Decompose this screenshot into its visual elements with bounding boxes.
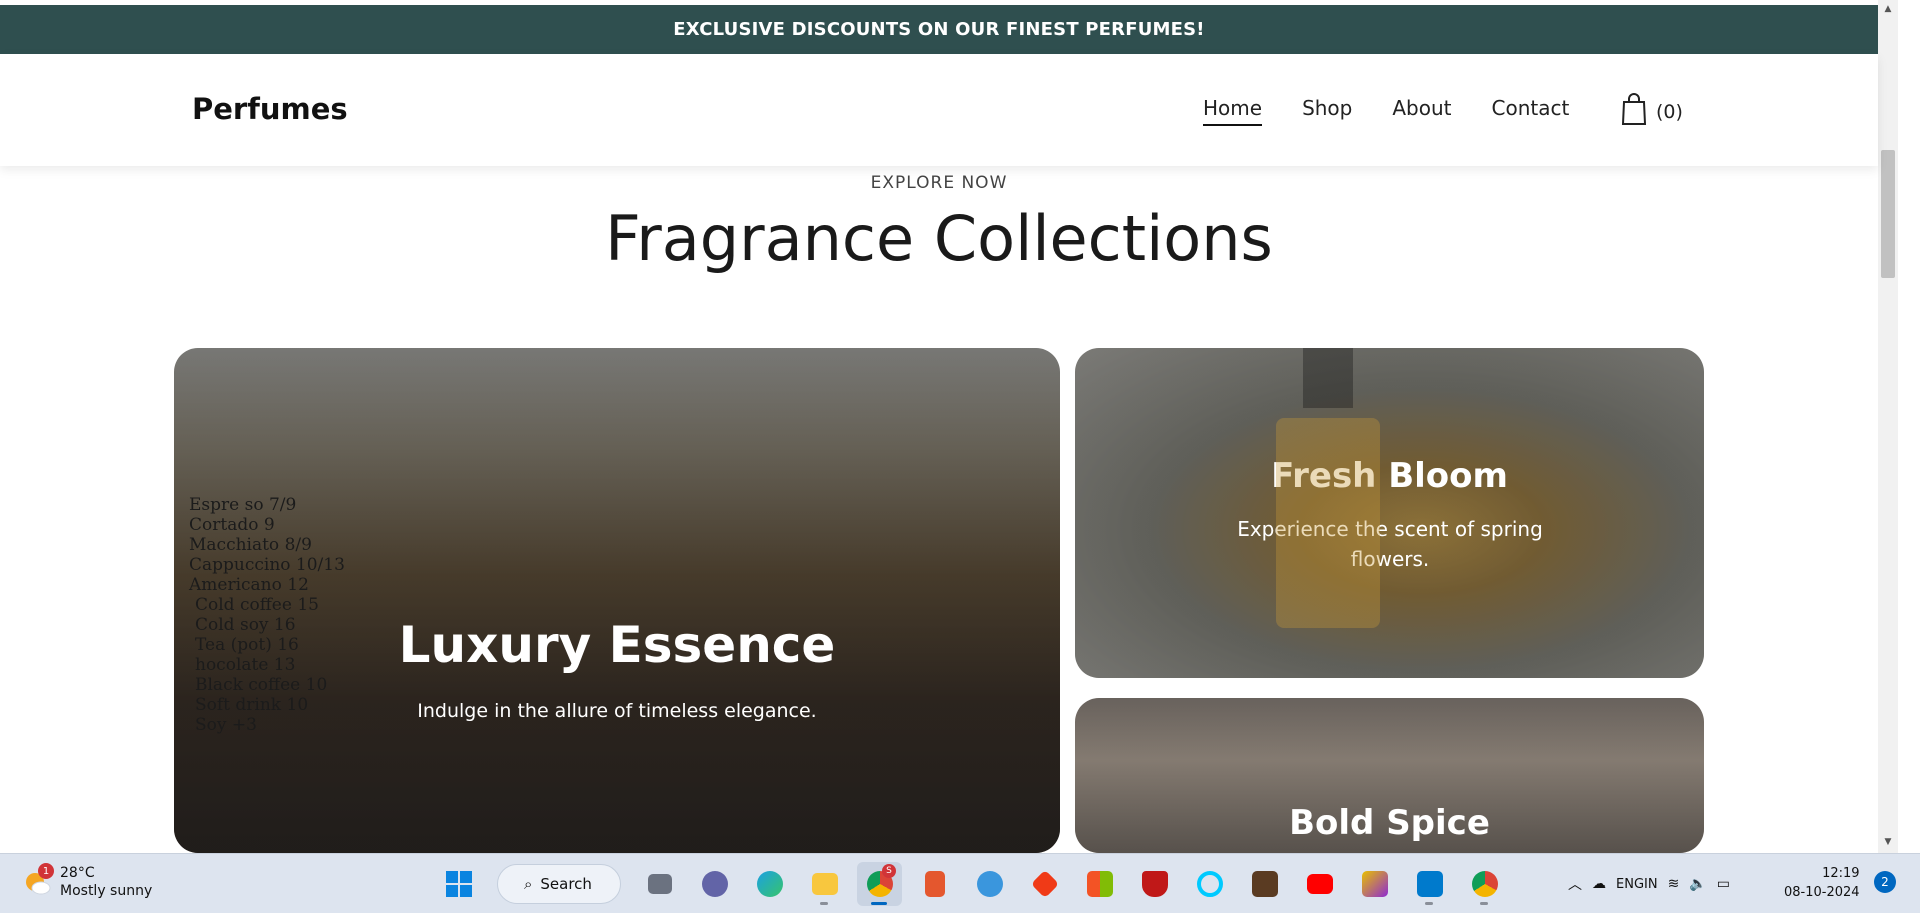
- weather-temperature: 28°C: [60, 865, 95, 881]
- battery-icon[interactable]: ▭: [1717, 876, 1730, 892]
- volume-icon[interactable]: 🔈: [1689, 876, 1706, 892]
- menu-board-line: Cortado 9: [189, 515, 275, 535]
- office-icon: [924, 871, 945, 897]
- window-edge: [1898, 0, 1920, 853]
- chrome-app[interactable]: [1462, 862, 1507, 906]
- main-nav: Home Shop About Contact: [1203, 96, 1569, 126]
- menu-board-line: Soft drink 10: [195, 695, 308, 715]
- app-icon: [1361, 871, 1388, 897]
- wifi-icon[interactable]: ≋: [1668, 876, 1680, 892]
- browser-page: EXCLUSIVE DISCOUNTS ON OUR FINEST PERFUM…: [0, 0, 1920, 853]
- shopping-bag-icon: [1620, 92, 1648, 131]
- section-eyebrow: EXPLORE NOW: [870, 173, 1008, 193]
- menu-board-text: Espre so 7/9Cortado 9Macchiato 8/9Cappuc…: [188, 495, 345, 735]
- app-winamp[interactable]: [1352, 862, 1397, 906]
- nav-link-about[interactable]: About: [1392, 96, 1451, 126]
- chrome-icon: [1471, 871, 1498, 897]
- perfume-bottle-illustration: [1276, 348, 1380, 628]
- start-button[interactable]: [436, 862, 481, 906]
- site-header: Perfumes Home Shop About Contact (0): [0, 54, 1878, 166]
- collection-card-bold-spice[interactable]: Bold Spice: [1075, 698, 1704, 853]
- site-logo[interactable]: Perfumes: [192, 92, 348, 126]
- language-indicator[interactable]: ENG IN: [1616, 876, 1658, 893]
- page-scrollbar[interactable]: ▲ ▼: [1878, 0, 1898, 853]
- nav-link-contact[interactable]: Contact: [1492, 96, 1570, 126]
- search-icon: ⌕: [524, 875, 533, 893]
- clock-date: 08-10-2024: [1784, 885, 1860, 900]
- edge-app[interactable]: [747, 862, 792, 906]
- teams-icon: [701, 871, 728, 897]
- menu-board-line: Tea (pot) 16: [195, 635, 299, 655]
- chevron-up-icon[interactable]: ︿: [1568, 874, 1582, 894]
- task-view-button[interactable]: [637, 862, 682, 906]
- help-app[interactable]: [967, 862, 1012, 906]
- cloud-sync-icon[interactable]: ☁: [1592, 876, 1606, 892]
- cart-button[interactable]: (0): [1620, 92, 1683, 131]
- menu-board-line: Black coffee 10: [195, 675, 327, 695]
- mcafee-app[interactable]: [1132, 862, 1177, 906]
- notification-badge[interactable]: 2: [1874, 871, 1896, 893]
- edge-icon: [756, 871, 783, 897]
- menu-board-line: hocolate 13: [195, 655, 295, 675]
- promo-text: EXCLUSIVE DISCOUNTS ON OUR FINEST PERFUM…: [673, 19, 1205, 40]
- language-code: ENG: [1616, 876, 1645, 892]
- task-view-icon: [647, 874, 672, 894]
- windows-taskbar: 1 28°C Mostly sunny ⌕ Search S ︿ ☁ ENG I…: [0, 853, 1920, 913]
- alexa-icon: [1196, 871, 1223, 897]
- game-app[interactable]: [1242, 862, 1287, 906]
- scroll-thumb[interactable]: [1881, 150, 1895, 278]
- clock-time: 12:19: [1822, 866, 1860, 881]
- card-title: Bold Spice: [1289, 803, 1490, 843]
- menu-board-line: Macchiato 8/9: [189, 535, 312, 555]
- sun-cloud-icon: 1: [22, 863, 54, 897]
- menu-board-line: Cold coffee 15: [195, 595, 319, 615]
- store-app[interactable]: [1077, 862, 1122, 906]
- menu-board-line: Soy +3: [195, 715, 257, 735]
- taskbar-search[interactable]: ⌕ Search: [497, 864, 621, 904]
- app-diamond[interactable]: [1022, 862, 1067, 906]
- menu-board-line: Cappuccino 10/13: [189, 555, 345, 575]
- clock[interactable]: 12:19 08-10-2024: [1784, 864, 1860, 902]
- menu-board-line: Espre so 7/9: [189, 495, 296, 515]
- chrome-profile-badge: S: [882, 864, 896, 878]
- promo-banner: EXCLUSIVE DISCOUNTS ON OUR FINEST PERFUM…: [0, 5, 1878, 54]
- vscode-app[interactable]: [1407, 862, 1452, 906]
- weather-widget[interactable]: 1 28°C Mostly sunny: [22, 863, 153, 900]
- section-heading: Fragrance Collections: [605, 202, 1273, 275]
- game-icon: [1251, 871, 1278, 897]
- vscode-icon: [1416, 871, 1443, 897]
- menu-board-line: Americano 12: [188, 575, 309, 595]
- teams-app[interactable]: [692, 862, 737, 906]
- nav-link-shop[interactable]: Shop: [1302, 96, 1352, 126]
- weather-description: Mostly sunny: [60, 883, 153, 899]
- search-label: Search: [540, 875, 592, 893]
- store-icon: [1086, 871, 1113, 897]
- youtube-icon: [1306, 874, 1333, 894]
- office-app[interactable]: [912, 862, 957, 906]
- diamond-icon: [1030, 869, 1059, 899]
- chrome-app-active[interactable]: S: [857, 862, 902, 906]
- shield-icon: [1141, 871, 1168, 897]
- scroll-down-arrow-icon[interactable]: ▼: [1878, 833, 1898, 851]
- folder-icon: [811, 873, 838, 895]
- weather-alert-badge: 1: [38, 863, 54, 879]
- windows-logo-icon: [445, 871, 472, 897]
- help-icon: [976, 871, 1003, 897]
- nav-link-home[interactable]: Home: [1203, 96, 1263, 126]
- cart-count: (0): [1656, 100, 1683, 123]
- taskbar-apps: ⌕ Search S: [436, 862, 1507, 906]
- region-code: IN: [1644, 876, 1658, 892]
- alexa-app[interactable]: [1187, 862, 1232, 906]
- youtube-app[interactable]: [1297, 862, 1342, 906]
- menu-board-line: Cold soy 16: [195, 615, 296, 635]
- scroll-up-arrow-icon[interactable]: ▲: [1878, 0, 1898, 18]
- file-explorer-app[interactable]: [802, 862, 847, 906]
- system-tray: ︿ ☁ ENG IN ≋ 🔈 ▭: [1568, 862, 1730, 906]
